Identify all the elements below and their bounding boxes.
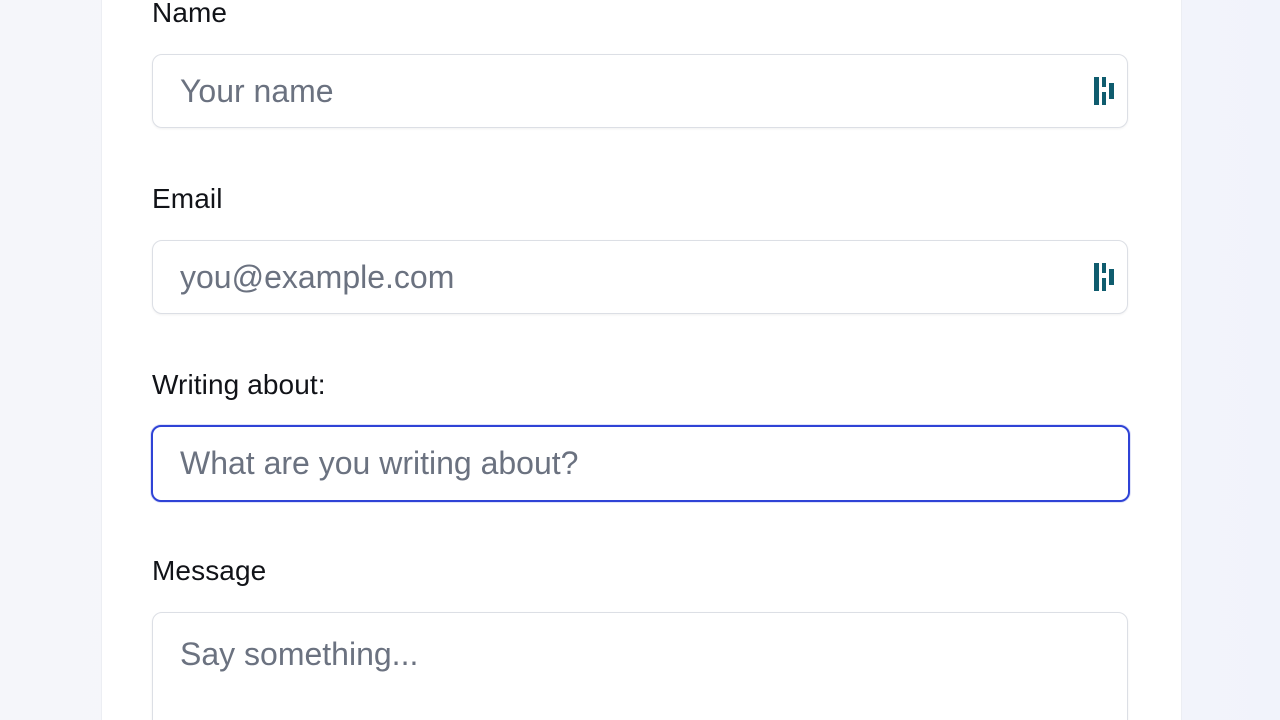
email-input[interactable] bbox=[153, 241, 1127, 313]
topic-input[interactable] bbox=[153, 427, 1128, 500]
page-background: Name Email Writing about: Message bbox=[0, 0, 1280, 720]
message-label: Message bbox=[152, 555, 267, 586]
password-manager-icon[interactable] bbox=[1093, 76, 1117, 106]
name-input[interactable] bbox=[153, 55, 1127, 127]
email-field-box bbox=[152, 240, 1128, 314]
password-manager-icon[interactable] bbox=[1093, 262, 1117, 292]
message-field-box bbox=[152, 612, 1128, 720]
topic-field-box bbox=[151, 425, 1130, 502]
name-label: Name bbox=[152, 0, 228, 28]
name-field-box bbox=[152, 54, 1128, 128]
email-label: Email bbox=[152, 183, 223, 214]
topic-label: Writing about: bbox=[152, 369, 326, 400]
message-textarea[interactable] bbox=[153, 613, 1127, 720]
